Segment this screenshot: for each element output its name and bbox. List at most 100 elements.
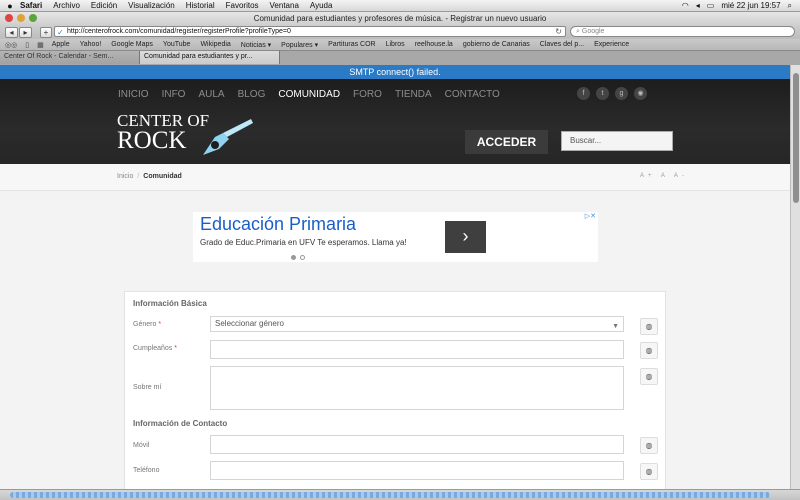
gender-label-text: Género: [133, 321, 157, 328]
nav-comunidad[interactable]: COMUNIDAD: [278, 89, 340, 100]
section-contact-info: Información de Contacto: [133, 419, 228, 428]
chevron-down-icon: ▼: [612, 323, 619, 330]
bookmark-item[interactable]: Partituras COR: [328, 41, 375, 48]
tab-comunidad[interactable]: Comunidad para estudiantes y pr...: [140, 51, 280, 64]
about-textarea[interactable]: [210, 366, 624, 410]
bookmark-item[interactable]: Google Maps: [111, 41, 153, 48]
battery-icon[interactable]: ▭: [707, 1, 715, 10]
address-bar[interactable]: ✓ http://centerofrock.com/comunidad/regi…: [54, 26, 566, 37]
menu-bar: ● Safari Archivo Edición Visualización H…: [0, 0, 800, 12]
nav-blog[interactable]: BLOG: [238, 89, 266, 100]
horizontal-scrollbar[interactable]: [10, 492, 770, 498]
bookmark-item[interactable]: Experience: [594, 41, 629, 48]
nav-foro[interactable]: FORO: [353, 89, 382, 100]
forward-button[interactable]: ▸: [19, 26, 32, 38]
menu-ayuda[interactable]: Ayuda: [310, 1, 333, 10]
bookmark-item[interactable]: Apple: [52, 41, 70, 48]
required-mark: *: [174, 345, 177, 352]
nav-inicio[interactable]: INICIO: [118, 89, 149, 100]
nav-tienda[interactable]: TIENDA: [395, 89, 432, 100]
acceder-button[interactable]: ACCEDER: [465, 130, 548, 154]
breadcrumb-separator: /: [137, 173, 140, 180]
nav-info[interactable]: INFO: [162, 89, 186, 100]
gender-label: Género *: [133, 321, 161, 328]
browser-toolbar: ◂ ▸ + ✓ http://centerofrock.com/comunida…: [0, 25, 800, 39]
vertical-scrollbar[interactable]: [790, 65, 800, 489]
adchoices-icon[interactable]: ▷✕: [585, 212, 596, 220]
ad-pager-dot[interactable]: [291, 255, 296, 260]
ad-arrow-button[interactable]: ›: [445, 221, 486, 253]
wifi-icon[interactable]: ◠: [682, 1, 689, 10]
phone-label: Teléfono: [133, 467, 160, 474]
close-window-icon[interactable]: [5, 14, 13, 22]
bookmark-item[interactable]: YouTube: [163, 41, 191, 48]
ad-pager-dot[interactable]: [300, 255, 305, 260]
ad-text: Grado de Educ.Primaria en UFV Te esperam…: [200, 238, 407, 247]
guitar-logo-icon: [203, 119, 253, 155]
birthday-label: Cumpleaños *: [133, 345, 177, 352]
back-button[interactable]: ◂: [5, 26, 18, 38]
menu-visualizacion[interactable]: Visualización: [128, 1, 175, 10]
spotlight-icon[interactable]: ⌕: [788, 1, 792, 11]
menu-archivo[interactable]: Archivo: [53, 1, 80, 10]
social-links: f t g ◉: [577, 87, 647, 100]
breadcrumb-home[interactable]: Inicio: [117, 173, 133, 180]
gender-select[interactable]: Seleccionar género ▼: [210, 316, 624, 332]
mobile-field[interactable]: [210, 435, 624, 454]
privacy-globe-icon[interactable]: ◍: [640, 437, 658, 454]
mobile-label: Móvil: [133, 442, 150, 449]
add-bookmark-button[interactable]: +: [40, 26, 52, 38]
google-search-field[interactable]: ⌕ Google: [570, 26, 795, 37]
zoom-window-icon[interactable]: [29, 14, 37, 22]
ad-headline[interactable]: Educación Primaria: [200, 214, 356, 235]
twitter-icon[interactable]: t: [596, 87, 609, 100]
section-basic-info: Información Básica: [133, 299, 207, 308]
privacy-globe-icon[interactable]: ◍: [640, 318, 658, 335]
breadcrumb: Inicio / Comunidad: [117, 173, 182, 180]
google-plus-icon[interactable]: g: [615, 87, 628, 100]
status-bar: [0, 489, 800, 500]
menu-historial[interactable]: Historial: [186, 1, 215, 10]
menu-safari[interactable]: Safari: [20, 1, 42, 10]
top-sites-icon[interactable]: ▦: [37, 41, 44, 49]
bookmark-item[interactable]: Claves del p...: [540, 41, 584, 48]
clock[interactable]: mié 22 jun 19:57: [721, 1, 780, 10]
privacy-globe-icon[interactable]: ◍: [640, 368, 658, 385]
menu-edicion[interactable]: Edición: [91, 1, 117, 10]
registration-form: Información Básica Género * Seleccionar …: [124, 291, 666, 489]
phone-field[interactable]: [210, 461, 624, 480]
bookmark-item[interactable]: Noticias ▾: [241, 41, 271, 49]
facebook-icon[interactable]: f: [577, 87, 590, 100]
menu-ventana[interactable]: Ventana: [270, 1, 299, 10]
nav-aula[interactable]: AULA: [198, 89, 224, 100]
site-search-input[interactable]: Buscar...: [561, 131, 673, 151]
birthday-field[interactable]: [210, 340, 624, 359]
reload-icon[interactable]: ↻: [555, 27, 562, 36]
show-all-bookmarks-icon[interactable]: ▯: [25, 41, 29, 49]
minimize-window-icon[interactable]: [17, 14, 25, 22]
bookmark-item[interactable]: Libros: [386, 41, 405, 48]
apple-menu-icon[interactable]: ●: [0, 1, 20, 11]
scrollbar-thumb[interactable]: [793, 73, 799, 203]
menu-favoritos[interactable]: Favoritos: [226, 1, 259, 10]
rss-icon[interactable]: ◉: [634, 87, 647, 100]
privacy-globe-icon[interactable]: ◍: [640, 463, 658, 480]
breadcrumb-current: Comunidad: [143, 173, 182, 180]
site-header: INICIO INFO AULA BLOG COMUNIDAD FORO TIE…: [0, 79, 790, 164]
tab-calendar[interactable]: Center Of Rock - Calendar - Sem...: [0, 51, 140, 64]
smtp-error-alert: SMTP connect() failed.: [0, 65, 790, 79]
bookmark-item[interactable]: reelhouse.la: [415, 41, 453, 48]
privacy-globe-icon[interactable]: ◍: [640, 342, 658, 359]
reading-list-icon[interactable]: ◎◎: [5, 41, 17, 49]
font-size-controls[interactable]: A+ A A-: [640, 173, 688, 179]
volume-icon[interactable]: ◂: [696, 1, 700, 10]
favicon-icon: ✓: [57, 28, 64, 37]
bookmark-item[interactable]: gobierno de Canarias: [463, 41, 530, 48]
bookmarks-bar: ◎◎ ▯ ▦ Apple Yahoo! Google Maps YouTube …: [0, 39, 800, 51]
bookmark-item[interactable]: Populares ▾: [281, 41, 318, 49]
bookmark-item[interactable]: Yahoo!: [80, 41, 102, 48]
birthday-label-text: Cumpleaños: [133, 345, 173, 352]
ad-banner[interactable]: Educación Primaria Grado de Educ.Primari…: [193, 212, 598, 262]
nav-contacto[interactable]: CONTACTO: [445, 89, 500, 100]
bookmark-item[interactable]: Wikipedia: [200, 41, 230, 48]
